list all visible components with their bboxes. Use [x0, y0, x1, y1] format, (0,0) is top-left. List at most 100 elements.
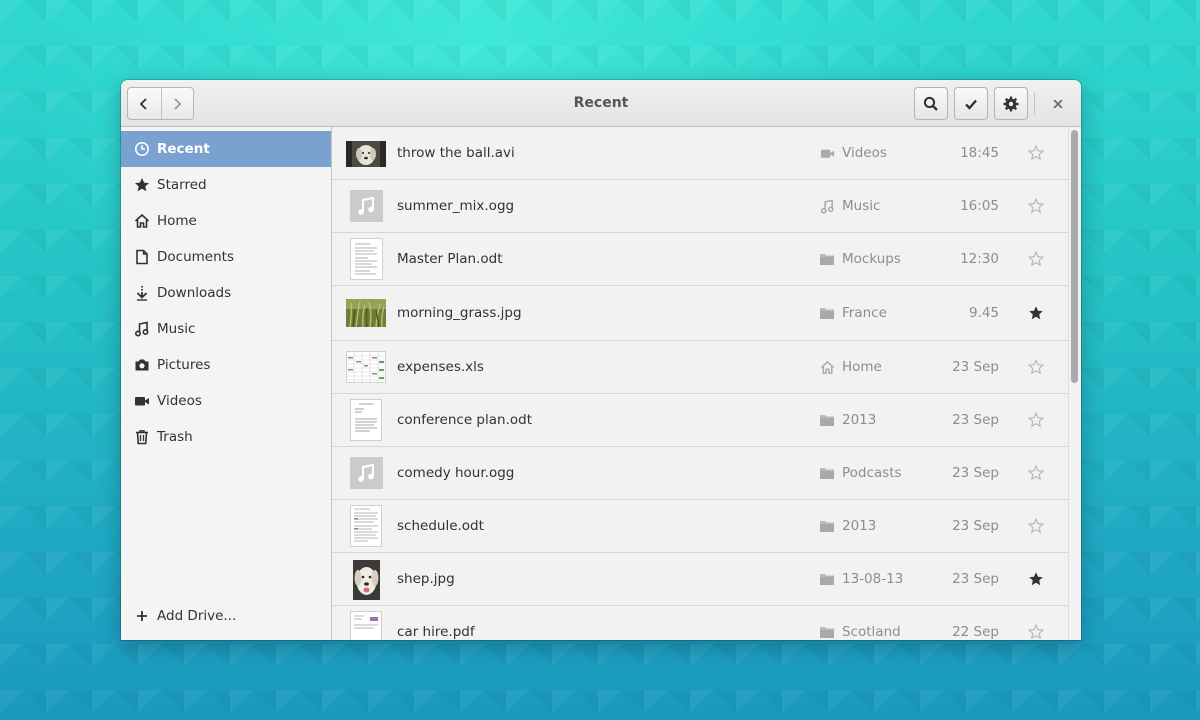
file-name: shep.jpg: [397, 571, 455, 587]
file-time: 23 Sep: [952, 571, 999, 587]
sidebar-item-recent[interactable]: Recent: [121, 131, 331, 167]
search-icon: [923, 96, 938, 111]
star-icon[interactable]: [1027, 250, 1045, 268]
file-location: 13-08-13: [842, 571, 904, 587]
sidebar-item-label: Music: [157, 321, 196, 337]
settings-button[interactable]: [994, 87, 1028, 120]
file-row[interactable]: summer_mix.ogg Music 16:05: [332, 180, 1068, 233]
folder-icon: [819, 518, 835, 534]
music-placeholder: [346, 457, 386, 489]
file-manager-window: Recent Recent Starred Home Documents Dow…: [121, 80, 1081, 640]
clock-icon: [134, 141, 150, 157]
header-separator: [1034, 92, 1035, 115]
add-drive-label: Add Drive...: [157, 608, 237, 624]
star-icon[interactable]: [1027, 517, 1045, 535]
add-drive-button[interactable]: Add Drive...: [121, 598, 331, 634]
folder-icon: [819, 465, 835, 481]
document-thumbnail: [346, 611, 386, 640]
file-name: car hire.pdf: [397, 624, 475, 640]
star-icon-filled[interactable]: [1027, 570, 1045, 588]
star-icon-filled[interactable]: [1027, 304, 1045, 322]
sidebar-item-label: Pictures: [157, 357, 211, 373]
file-list: throw the ball.avi Videos 18:45 summer_m…: [332, 127, 1081, 640]
sidebar-item-pictures[interactable]: Pictures: [121, 347, 331, 383]
sidebar-item-trash[interactable]: Trash: [121, 419, 331, 455]
folder-icon: [819, 412, 835, 428]
star-icon[interactable]: [1027, 411, 1045, 429]
star-icon[interactable]: [1027, 623, 1045, 640]
video-thumbnail: [346, 140, 386, 168]
sidebar-item-label: Downloads: [157, 285, 232, 301]
star-icon[interactable]: [1027, 358, 1045, 376]
scrollbar-thumb[interactable]: [1071, 130, 1078, 383]
search-button[interactable]: [914, 87, 948, 120]
sidebar-item-starred[interactable]: Starred: [121, 167, 331, 203]
file-name: schedule.odt: [397, 518, 484, 534]
spreadsheet-thumbnail: [346, 351, 386, 383]
file-row[interactable]: throw the ball.avi Videos 18:45: [332, 127, 1068, 180]
home-icon: [134, 213, 150, 229]
folder-icon: [819, 251, 835, 267]
plus-icon: [134, 608, 150, 624]
file-location: Home: [842, 359, 882, 375]
sidebar-item-documents[interactable]: Documents: [121, 239, 331, 275]
file-time: 18:45: [960, 145, 999, 161]
file-time: 22 Sep: [952, 624, 999, 640]
file-name: summer_mix.ogg: [397, 198, 515, 214]
file-name: conference plan.odt: [397, 412, 532, 428]
file-row[interactable]: shep.jpg 13-08-13 23 Sep: [332, 553, 1068, 606]
video-icon: [134, 393, 150, 409]
document-thumbnail: [346, 238, 386, 280]
sidebar-item-label: Home: [157, 213, 197, 229]
photo-thumbnail: [346, 298, 386, 328]
file-row[interactable]: schedule.odt 2013 23 Sep: [332, 500, 1068, 553]
gear-icon: [1003, 96, 1019, 111]
file-row[interactable]: car hire.pdf Scotland 22 Sep: [332, 606, 1068, 640]
document-thumbnail: [346, 505, 386, 547]
file-name: comedy hour.ogg: [397, 465, 515, 481]
sidebar-item-home[interactable]: Home: [121, 203, 331, 239]
sidebar-item-label: Recent: [157, 141, 210, 157]
file-location: France: [842, 305, 887, 321]
music-icon: [134, 321, 150, 337]
close-icon: [1053, 98, 1063, 109]
video-icon: [819, 145, 835, 161]
star-icon: [134, 177, 150, 193]
file-location: Mockups: [842, 251, 901, 267]
photo-thumbnail: [346, 559, 386, 601]
star-icon[interactable]: [1027, 464, 1045, 482]
download-icon: [134, 285, 150, 301]
file-time: 23 Sep: [952, 412, 999, 428]
document-icon: [134, 249, 150, 265]
sidebar-item-downloads[interactable]: Downloads: [121, 275, 331, 311]
file-time: 23 Sep: [952, 359, 999, 375]
file-location: Scotland: [842, 624, 901, 640]
sidebar-item-label: Documents: [157, 249, 234, 265]
file-row[interactable]: comedy hour.ogg Podcasts 23 Sep: [332, 447, 1068, 500]
trash-icon: [134, 429, 150, 445]
home-icon: [819, 359, 835, 375]
file-time: 12:30: [960, 251, 999, 267]
folder-icon: [819, 305, 835, 321]
music-placeholder: [346, 190, 386, 222]
star-icon[interactable]: [1027, 197, 1045, 215]
file-name: morning_grass.jpg: [397, 305, 522, 321]
file-location: Videos: [842, 145, 887, 161]
document-thumbnail: [346, 399, 386, 441]
folder-icon: [819, 624, 835, 640]
star-icon[interactable]: [1027, 144, 1045, 162]
close-button[interactable]: [1043, 87, 1073, 120]
vertical-scrollbar[interactable]: [1068, 127, 1081, 640]
file-row[interactable]: morning_grass.jpg France 9.45: [332, 286, 1068, 341]
file-row[interactable]: expenses.xls Home 23 Sep: [332, 341, 1068, 394]
select-button[interactable]: [954, 87, 988, 120]
sidebar-item-videos[interactable]: Videos: [121, 383, 331, 419]
file-location: 2013: [842, 518, 877, 534]
sidebar-item-music[interactable]: Music: [121, 311, 331, 347]
file-time: 23 Sep: [952, 518, 999, 534]
file-name: throw the ball.avi: [397, 145, 515, 161]
file-row[interactable]: conference plan.odt 2013 23 Sep: [332, 394, 1068, 447]
file-row[interactable]: Master Plan.odt Mockups 12:30: [332, 233, 1068, 286]
music-icon: [819, 198, 835, 214]
file-location: Podcasts: [842, 465, 902, 481]
